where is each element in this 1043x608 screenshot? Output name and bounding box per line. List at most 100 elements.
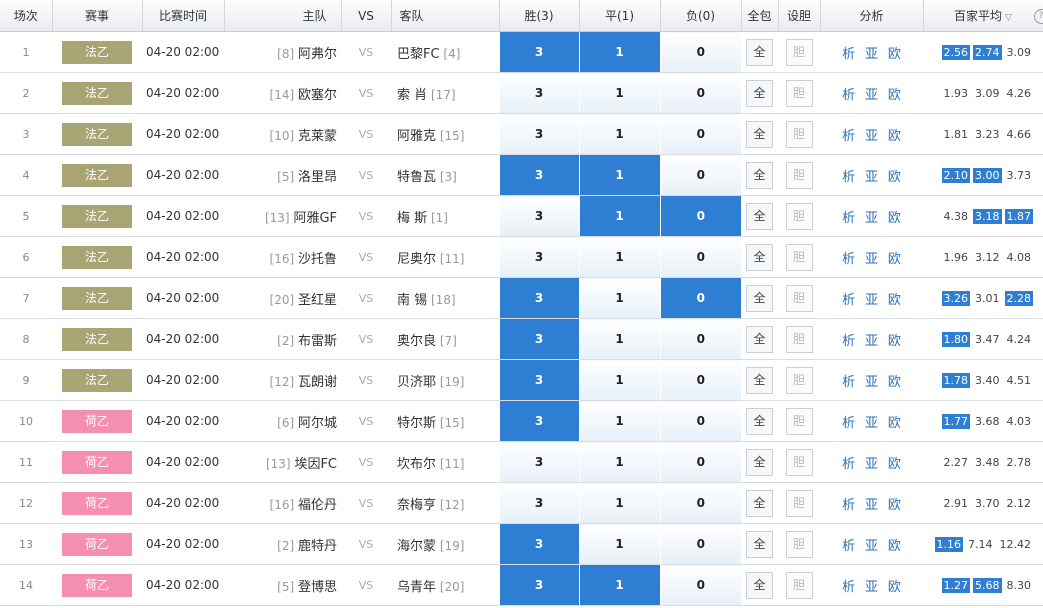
analysis-link[interactable]: 析 [842, 416, 855, 431]
league-badge[interactable]: 荷乙 [62, 532, 132, 556]
league-badge[interactable]: 荷乙 [62, 573, 132, 597]
home-team[interactable]: 阿雅GF [293, 211, 337, 226]
set-banker-button[interactable]: 胆 [785, 366, 813, 394]
set-banker-button[interactable]: 胆 [785, 448, 813, 476]
euro-odds-link[interactable]: 欧 [888, 293, 901, 308]
asian-odds-link[interactable]: 亚 [865, 334, 878, 349]
euro-odds-link[interactable]: 欧 [888, 334, 901, 349]
asian-odds-link[interactable]: 亚 [865, 252, 878, 267]
option-win[interactable]: 3 [498, 482, 579, 524]
euro-odds-link[interactable]: 欧 [888, 580, 901, 595]
euro-odds-link[interactable]: 欧 [888, 88, 901, 103]
option-win[interactable]: 3 [498, 195, 579, 237]
option-lose[interactable]: 0 [659, 195, 741, 237]
all-pack-button[interactable]: 全 [746, 325, 773, 353]
option-draw[interactable]: 1 [578, 113, 660, 155]
asian-odds-link[interactable]: 亚 [865, 293, 878, 308]
asian-odds-link[interactable]: 亚 [865, 170, 878, 185]
option-draw[interactable]: 1 [578, 31, 660, 73]
option-win[interactable]: 3 [498, 400, 579, 442]
option-draw[interactable]: 1 [578, 277, 660, 319]
set-banker-button[interactable]: 胆 [785, 202, 813, 230]
away-team[interactable]: 坎布尔 [397, 457, 436, 472]
help-icon[interactable]: ? [1033, 9, 1042, 24]
set-banker-button[interactable]: 胆 [785, 120, 813, 148]
option-win[interactable]: 3 [498, 277, 579, 319]
option-draw[interactable]: 1 [578, 195, 660, 237]
away-team[interactable]: 特尔斯 [397, 416, 436, 431]
option-win[interactable]: 3 [498, 154, 579, 196]
option-win[interactable]: 3 [498, 359, 579, 401]
option-lose[interactable]: 0 [659, 523, 741, 565]
analysis-link[interactable]: 析 [842, 580, 855, 595]
all-pack-button[interactable]: 全 [746, 366, 773, 394]
away-team[interactable]: 奥尔良 [397, 334, 436, 349]
away-team[interactable]: 乌青年 [397, 580, 436, 595]
option-lose[interactable]: 0 [659, 236, 741, 278]
asian-odds-link[interactable]: 亚 [865, 498, 878, 513]
home-team[interactable]: 克莱蒙 [298, 129, 337, 144]
set-banker-button[interactable]: 胆 [785, 284, 813, 312]
euro-odds-link[interactable]: 欧 [888, 211, 901, 226]
analysis-link[interactable]: 析 [842, 498, 855, 513]
set-banker-button[interactable]: 胆 [785, 38, 813, 66]
away-team[interactable]: 特鲁瓦 [397, 170, 436, 185]
option-lose[interactable]: 0 [659, 277, 741, 319]
option-draw[interactable]: 1 [578, 564, 660, 606]
analysis-link[interactable]: 析 [842, 170, 855, 185]
euro-odds-link[interactable]: 欧 [888, 47, 901, 62]
option-lose[interactable]: 0 [659, 359, 741, 401]
header-avg-odds[interactable]: 百家平均 ▽ ? [923, 0, 1043, 32]
euro-odds-link[interactable]: 欧 [888, 416, 901, 431]
euro-odds-link[interactable]: 欧 [888, 170, 901, 185]
home-team[interactable]: 沙托鲁 [298, 252, 337, 267]
all-pack-button[interactable]: 全 [746, 161, 773, 189]
asian-odds-link[interactable]: 亚 [865, 129, 878, 144]
all-pack-button[interactable]: 全 [746, 489, 773, 517]
option-lose[interactable]: 0 [659, 113, 741, 155]
home-team[interactable]: 登博思 [298, 580, 337, 595]
option-draw[interactable]: 1 [578, 441, 660, 483]
asian-odds-link[interactable]: 亚 [865, 539, 878, 554]
option-lose[interactable]: 0 [659, 154, 741, 196]
option-draw[interactable]: 1 [578, 154, 660, 196]
all-pack-button[interactable]: 全 [746, 407, 773, 435]
option-win[interactable]: 3 [498, 31, 579, 73]
league-badge[interactable]: 法乙 [62, 122, 132, 146]
home-team[interactable]: 阿尔城 [298, 416, 337, 431]
option-draw[interactable]: 1 [578, 318, 660, 360]
home-team[interactable]: 鹿特丹 [298, 539, 337, 554]
all-pack-button[interactable]: 全 [746, 284, 773, 312]
option-lose[interactable]: 0 [659, 441, 741, 483]
away-team[interactable]: 阿雅克 [397, 129, 436, 144]
set-banker-button[interactable]: 胆 [785, 79, 813, 107]
league-badge[interactable]: 法乙 [62, 368, 132, 392]
option-lose[interactable]: 0 [659, 564, 741, 606]
away-team[interactable]: 贝济耶 [397, 375, 436, 390]
set-banker-button[interactable]: 胆 [785, 571, 813, 599]
set-banker-button[interactable]: 胆 [785, 243, 813, 271]
option-draw[interactable]: 1 [578, 359, 660, 401]
option-win[interactable]: 3 [498, 236, 579, 278]
league-badge[interactable]: 法乙 [62, 81, 132, 105]
set-banker-button[interactable]: 胆 [785, 489, 813, 517]
league-badge[interactable]: 法乙 [62, 286, 132, 310]
league-badge[interactable]: 法乙 [62, 40, 132, 64]
analysis-link[interactable]: 析 [842, 539, 855, 554]
option-lose[interactable]: 0 [659, 482, 741, 524]
league-badge[interactable]: 荷乙 [62, 491, 132, 515]
away-team[interactable]: 梅 斯 [397, 211, 427, 226]
league-badge[interactable]: 荷乙 [62, 450, 132, 474]
analysis-link[interactable]: 析 [842, 129, 855, 144]
set-banker-button[interactable]: 胆 [785, 530, 813, 558]
all-pack-button[interactable]: 全 [746, 243, 773, 271]
option-draw[interactable]: 1 [578, 72, 660, 114]
all-pack-button[interactable]: 全 [746, 38, 773, 66]
option-win[interactable]: 3 [498, 564, 579, 606]
league-badge[interactable]: 法乙 [62, 245, 132, 269]
option-draw[interactable]: 1 [578, 236, 660, 278]
euro-odds-link[interactable]: 欧 [888, 375, 901, 390]
all-pack-button[interactable]: 全 [746, 530, 773, 558]
all-pack-button[interactable]: 全 [746, 202, 773, 230]
analysis-link[interactable]: 析 [842, 88, 855, 103]
